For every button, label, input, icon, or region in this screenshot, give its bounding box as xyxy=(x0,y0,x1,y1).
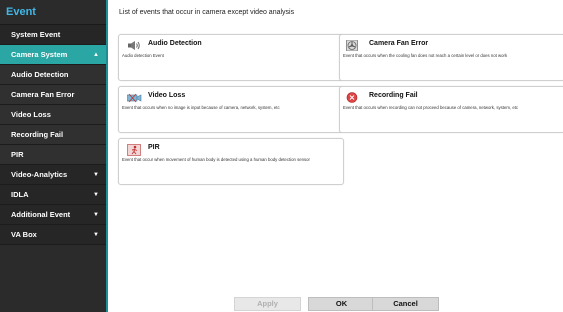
sidebar-item-recording-fail[interactable]: Recording Fail xyxy=(0,125,106,145)
cancel-button[interactable]: Cancel xyxy=(372,297,439,311)
sidebar-item-video-analytics[interactable]: Video-Analytics ▼ xyxy=(0,165,106,185)
sidebar-item-idla[interactable]: IDLA ▼ xyxy=(0,185,106,205)
sidebar-item-label: VA Box xyxy=(11,230,37,239)
sidebar-item-camera-fan-error[interactable]: Camera Fan Error xyxy=(0,85,106,105)
sidebar-item-pir[interactable]: PIR xyxy=(0,145,106,165)
sidebar-title: Event xyxy=(0,0,106,25)
main-panel: List of events that occur in camera exce… xyxy=(108,0,563,312)
page-title: List of events that occur in camera exce… xyxy=(119,9,295,16)
chevron-up-icon: ▲ xyxy=(93,52,99,58)
sidebar-item-label: PIR xyxy=(11,150,24,159)
sidebar-item-camera-system[interactable]: Camera System ▲ xyxy=(0,45,106,65)
card-title: Recording Fail xyxy=(369,92,418,99)
speaker-icon xyxy=(128,41,140,50)
record-fail-icon xyxy=(346,92,358,103)
apply-button[interactable]: Apply xyxy=(234,297,301,311)
event-card-pir[interactable]: PIR Event that occur when movement of hu… xyxy=(118,138,344,185)
chevron-down-icon: ▼ xyxy=(93,232,99,238)
sidebar-item-label: System Event xyxy=(11,30,61,39)
card-title: PIR xyxy=(148,144,160,151)
ok-button[interactable]: OK xyxy=(308,297,375,311)
sidebar: Event System Event Camera System ▲ Audio… xyxy=(0,0,106,312)
video-loss-icon xyxy=(127,93,142,103)
card-description: Event that occurs when the cooling fan d… xyxy=(343,53,508,58)
sidebar-item-label: Camera Fan Error xyxy=(11,90,75,99)
sidebar-item-va-box[interactable]: VA Box ▼ xyxy=(0,225,106,245)
card-title: Camera Fan Error xyxy=(369,40,429,47)
card-description: Event that occurs when no image is input… xyxy=(122,105,280,110)
sidebar-item-system-event[interactable]: System Event xyxy=(0,25,106,45)
sidebar-item-label: Audio Detection xyxy=(11,70,69,79)
card-description: Event that occurs when recording can not… xyxy=(343,105,519,110)
fan-icon xyxy=(346,40,358,51)
card-title: Video Loss xyxy=(148,92,186,99)
sidebar-item-audio-detection[interactable]: Audio Detection xyxy=(0,65,106,85)
sidebar-item-additional-event[interactable]: Additional Event ▼ xyxy=(0,205,106,225)
card-description: Audio detection Event xyxy=(122,53,164,58)
chevron-down-icon: ▼ xyxy=(93,192,99,198)
sidebar-item-label: Camera System xyxy=(11,50,68,59)
event-card-video-loss[interactable]: Video Loss Event that occurs when no ima… xyxy=(118,86,344,133)
chevron-down-icon: ▼ xyxy=(93,212,99,218)
chevron-down-icon: ▼ xyxy=(93,172,99,178)
sidebar-item-label: IDLA xyxy=(11,190,29,199)
sidebar-item-label: Video Loss xyxy=(11,110,51,119)
event-card-recording-fail[interactable]: Recording Fail Event that occurs when re… xyxy=(339,86,563,133)
sidebar-item-video-loss[interactable]: Video Loss xyxy=(0,105,106,125)
sidebar-item-label: Recording Fail xyxy=(11,130,64,139)
pir-icon xyxy=(127,144,141,156)
sidebar-item-label: Video-Analytics xyxy=(11,170,68,179)
card-title: Audio Detection xyxy=(148,40,202,47)
card-description: Event that occur when movement of human … xyxy=(122,157,310,162)
event-card-camera-fan-error[interactable]: Camera Fan Error Event that occurs when … xyxy=(339,34,563,81)
sidebar-item-label: Additional Event xyxy=(11,210,71,219)
event-card-audio-detection[interactable]: Audio Detection Audio detection Event xyxy=(118,34,344,81)
